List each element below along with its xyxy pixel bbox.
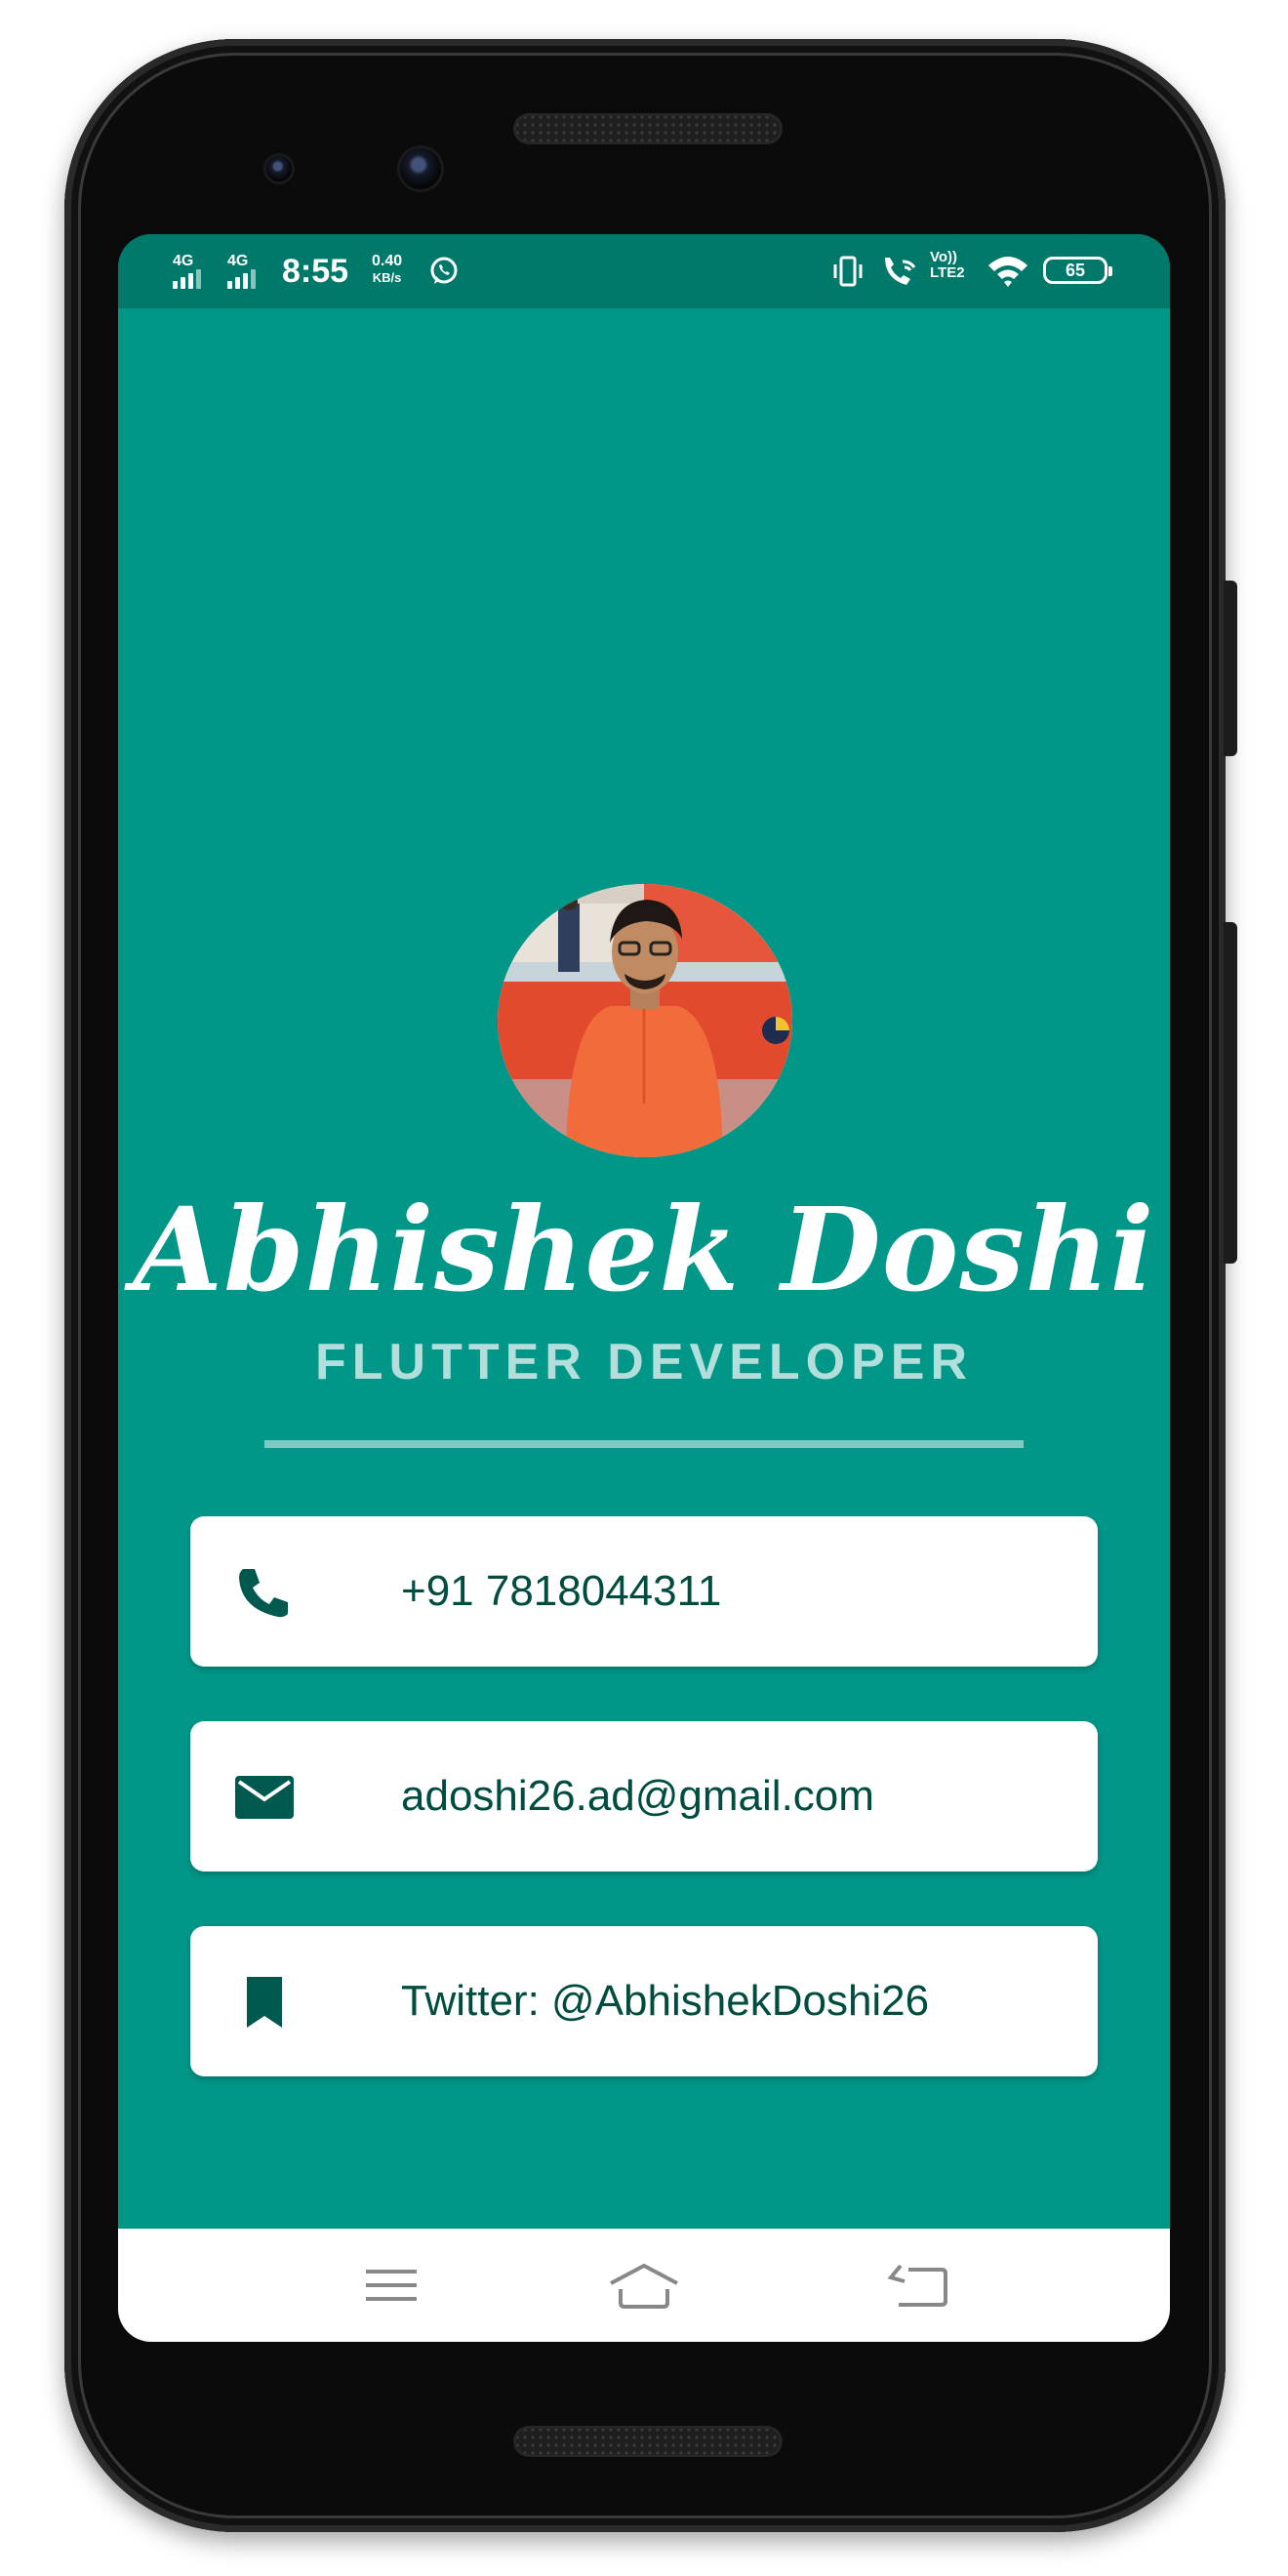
earpiece-speaker	[513, 113, 783, 144]
power-button	[1224, 922, 1237, 1264]
wifi-icon	[988, 257, 1027, 287]
bottom-speaker	[513, 2426, 783, 2457]
network-type-label: 4G	[227, 253, 249, 269]
phone-icon	[239, 1569, 288, 1618]
speed-value: 0.40	[372, 253, 403, 269]
home-icon[interactable]	[605, 2258, 683, 2313]
vibrate-icon	[833, 256, 863, 287]
bookmark-icon	[247, 1977, 282, 2028]
email-card[interactable]: adoshi26.ad@gmail.com	[190, 1721, 1098, 1872]
phone-number: +91 7818044311	[401, 1567, 722, 1615]
proximity-sensor	[266, 156, 292, 181]
twitter-card[interactable]: Twitter: @AbhishekDoshi26	[190, 1926, 1098, 2076]
lte-label: LTE2	[930, 264, 965, 281]
navigation-bar	[118, 2229, 1170, 2342]
whatsapp-icon	[430, 257, 458, 284]
profile-name: Abhishek Doshi	[133, 1182, 1155, 1317]
profile-role: FLUTTER DEVELOPER	[314, 1334, 974, 1390]
phone-card[interactable]: +91 7818044311	[190, 1516, 1098, 1667]
twitter-handle: Twitter: @AbhishekDoshi26	[401, 1977, 930, 2025]
profile-photo	[498, 884, 792, 1157]
network-speed: 0.40 KB/s	[372, 253, 402, 286]
profile-card: Abhishek Doshi FLUTTER DEVELOPER +91 781…	[118, 308, 1170, 2229]
back-icon[interactable]	[879, 2258, 957, 2313]
network-type-label: 4G	[173, 253, 194, 269]
volte-label: Vo))	[930, 249, 958, 265]
front-camera	[400, 148, 441, 189]
mail-icon	[235, 1776, 294, 1819]
volume-button	[1224, 581, 1237, 756]
divider	[264, 1440, 1024, 1448]
clock: 8:55	[282, 253, 349, 290]
menu-icon[interactable]	[352, 2258, 430, 2313]
signal-sim2-icon: 4G	[227, 254, 266, 289]
signal-sim1-icon: 4G	[173, 254, 212, 289]
volte-indicator: Vo)) LTE2	[930, 250, 965, 281]
status-bar: 4G 4G 8:55 0.40 KB/s Vo)) LTE2 65	[118, 234, 1170, 308]
app-screen: 4G 4G 8:55 0.40 KB/s Vo)) LTE2 65 Abhish…	[118, 234, 1170, 2342]
email-address: adoshi26.ad@gmail.com	[401, 1772, 874, 1820]
battery-icon: 65	[1043, 257, 1112, 284]
speed-unit: KB/s	[372, 270, 402, 285]
wifi-calling-icon	[885, 258, 916, 285]
